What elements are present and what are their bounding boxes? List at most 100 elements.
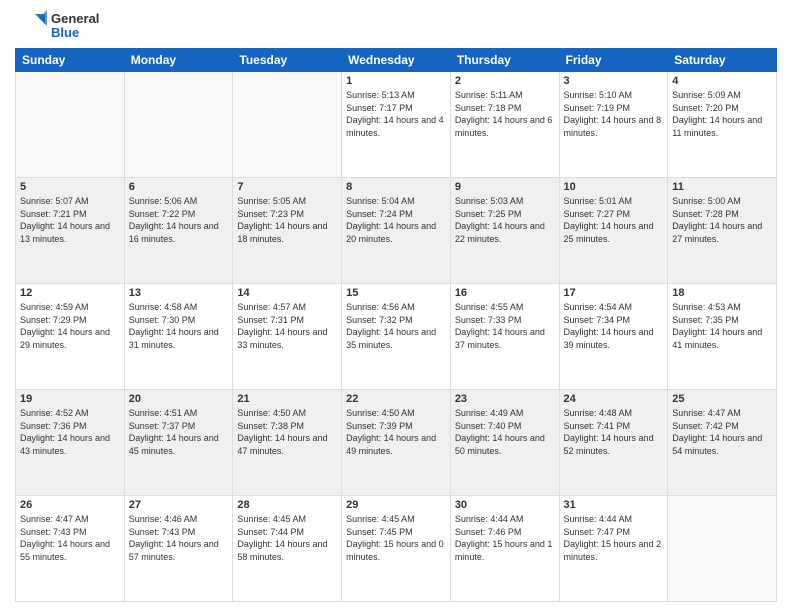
day-number: 6 <box>129 181 229 193</box>
day-number: 19 <box>20 393 120 405</box>
day-info: Sunrise: 5:00 AMSunset: 7:28 PMDaylight:… <box>672 195 772 245</box>
day-cell: 27Sunrise: 4:46 AMSunset: 7:43 PMDayligh… <box>124 496 233 602</box>
logo-graphic <box>15 10 47 42</box>
day-info: Sunrise: 4:44 AMSunset: 7:46 PMDaylight:… <box>455 513 555 563</box>
day-info: Sunrise: 4:58 AMSunset: 7:30 PMDaylight:… <box>129 301 229 351</box>
day-info: Sunrise: 4:52 AMSunset: 7:36 PMDaylight:… <box>20 407 120 457</box>
day-number: 31 <box>564 499 664 511</box>
day-cell: 21Sunrise: 4:50 AMSunset: 7:38 PMDayligh… <box>233 390 342 496</box>
day-header-friday: Friday <box>559 49 668 72</box>
day-cell: 11 Sunrise: 5:00 AMSunset: 7:28 PMDayligh… <box>668 178 777 284</box>
day-header-tuesday: Tuesday <box>233 49 342 72</box>
day-number: 11 <box>672 181 772 193</box>
day-header-thursday: Thursday <box>450 49 559 72</box>
day-number: 18 <box>672 287 772 299</box>
day-cell: 5 Sunrise: 5:07 AMSunset: 7:21 PMDaylight… <box>16 178 125 284</box>
day-cell: 25 Sunrise: 4:47 AMSunset: 7:42 PMDayligh… <box>668 390 777 496</box>
day-info: Sunrise: 4:53 AMSunset: 7:35 PMDaylight:… <box>672 301 772 351</box>
week-row-4: 19 Sunrise: 4:52 AMSunset: 7:36 PMDayligh… <box>16 390 777 496</box>
day-cell: 3Sunrise: 5:10 AMSunset: 7:19 PMDaylight… <box>559 72 668 178</box>
day-cell: 16 Sunrise: 4:55 AMSunset: 7:33 PMDayligh… <box>450 284 559 390</box>
day-info: Sunrise: 4:51 AMSunset: 7:37 PMDaylight:… <box>129 407 229 457</box>
day-number: 9 <box>455 181 555 193</box>
day-number: 20 <box>129 393 229 405</box>
day-cell: 26 Sunrise: 4:47 AMSunset: 7:43 PMDayligh… <box>16 496 125 602</box>
day-cell: 29 Sunrise: 4:45 AMSunset: 7:45 PMDayligh… <box>342 496 451 602</box>
day-cell: 14 Sunrise: 4:57 AMSunset: 7:31 PMDayligh… <box>233 284 342 390</box>
day-cell <box>124 72 233 178</box>
day-number: 2 <box>455 75 555 87</box>
day-info: Sunrise: 4:55 AMSunset: 7:33 PMDaylight:… <box>455 301 555 351</box>
day-info: Sunrise: 5:03 AMSunset: 7:25 PMDaylight:… <box>455 195 555 245</box>
day-number: 30 <box>455 499 555 511</box>
week-row-3: 12Sunrise: 4:59 AMSunset: 7:29 PMDayligh… <box>16 284 777 390</box>
day-cell: 7Sunrise: 5:05 AMSunset: 7:23 PMDaylight… <box>233 178 342 284</box>
day-cell <box>668 496 777 602</box>
day-cell: 28 Sunrise: 4:45 AMSunset: 7:44 PMDayligh… <box>233 496 342 602</box>
day-cell: 17Sunrise: 4:54 AMSunset: 7:34 PMDayligh… <box>559 284 668 390</box>
header: General Blue <box>15 10 777 42</box>
day-number: 8 <box>346 181 446 193</box>
day-cell: 30 Sunrise: 4:44 AMSunset: 7:46 PMDayligh… <box>450 496 559 602</box>
day-number: 13 <box>129 287 229 299</box>
day-cell: 6 Sunrise: 5:06 AMSunset: 7:22 PMDaylight… <box>124 178 233 284</box>
logo-general-text: General <box>51 12 99 26</box>
logo-text: General Blue <box>51 12 99 41</box>
day-cell: 2Sunrise: 5:11 AMSunset: 7:18 PMDaylight… <box>450 72 559 178</box>
day-number: 27 <box>129 499 229 511</box>
day-header-monday: Monday <box>124 49 233 72</box>
day-number: 4 <box>672 75 772 87</box>
day-number: 14 <box>237 287 337 299</box>
logo-blue-text: Blue <box>51 26 99 40</box>
day-info: Sunrise: 4:49 AMSunset: 7:40 PMDaylight:… <box>455 407 555 457</box>
day-cell <box>16 72 125 178</box>
header-row: SundayMondayTuesdayWednesdayThursdayFrid… <box>16 49 777 72</box>
day-info: Sunrise: 5:10 AMSunset: 7:19 PMDaylight:… <box>564 89 664 139</box>
day-info: Sunrise: 4:50 AMSunset: 7:39 PMDaylight:… <box>346 407 446 457</box>
day-number: 21 <box>237 393 337 405</box>
day-number: 26 <box>20 499 120 511</box>
week-row-2: 5 Sunrise: 5:07 AMSunset: 7:21 PMDaylight… <box>16 178 777 284</box>
day-cell: 15Sunrise: 4:56 AMSunset: 7:32 PMDayligh… <box>342 284 451 390</box>
day-info: Sunrise: 5:09 AMSunset: 7:20 PMDaylight:… <box>672 89 772 139</box>
day-info: Sunrise: 4:44 AMSunset: 7:47 PMDaylight:… <box>564 513 664 563</box>
day-number: 24 <box>564 393 664 405</box>
day-header-saturday: Saturday <box>668 49 777 72</box>
day-cell <box>233 72 342 178</box>
day-cell: 8 Sunrise: 5:04 AMSunset: 7:24 PMDaylight… <box>342 178 451 284</box>
day-number: 25 <box>672 393 772 405</box>
day-number: 15 <box>346 287 446 299</box>
day-info: Sunrise: 5:07 AMSunset: 7:21 PMDaylight:… <box>20 195 120 245</box>
day-number: 28 <box>237 499 337 511</box>
calendar-table: SundayMondayTuesdayWednesdayThursdayFrid… <box>15 48 777 602</box>
week-row-5: 26 Sunrise: 4:47 AMSunset: 7:43 PMDayligh… <box>16 496 777 602</box>
day-info: Sunrise: 4:57 AMSunset: 7:31 PMDaylight:… <box>237 301 337 351</box>
day-info: Sunrise: 4:54 AMSunset: 7:34 PMDaylight:… <box>564 301 664 351</box>
day-number: 16 <box>455 287 555 299</box>
day-info: Sunrise: 5:04 AMSunset: 7:24 PMDaylight:… <box>346 195 446 245</box>
day-cell: 24Sunrise: 4:48 AMSunset: 7:41 PMDayligh… <box>559 390 668 496</box>
day-cell: 1 Sunrise: 5:13 AMSunset: 7:17 PMDaylight… <box>342 72 451 178</box>
day-cell: 13 Sunrise: 4:58 AMSunset: 7:30 PMDayligh… <box>124 284 233 390</box>
day-cell: 22 Sunrise: 4:50 AMSunset: 7:39 PMDayligh… <box>342 390 451 496</box>
day-header-sunday: Sunday <box>16 49 125 72</box>
day-info: Sunrise: 4:59 AMSunset: 7:29 PMDaylight:… <box>20 301 120 351</box>
day-cell: 9 Sunrise: 5:03 AMSunset: 7:25 PMDaylight… <box>450 178 559 284</box>
day-number: 5 <box>20 181 120 193</box>
day-number: 1 <box>346 75 446 87</box>
day-number: 23 <box>455 393 555 405</box>
day-info: Sunrise: 5:06 AMSunset: 7:22 PMDaylight:… <box>129 195 229 245</box>
day-info: Sunrise: 4:47 AMSunset: 7:43 PMDaylight:… <box>20 513 120 563</box>
day-number: 29 <box>346 499 446 511</box>
day-info: Sunrise: 4:45 AMSunset: 7:45 PMDaylight:… <box>346 513 446 563</box>
logo: General Blue <box>15 10 99 42</box>
day-number: 10 <box>564 181 664 193</box>
day-info: Sunrise: 4:45 AMSunset: 7:44 PMDaylight:… <box>237 513 337 563</box>
day-info: Sunrise: 5:13 AMSunset: 7:17 PMDaylight:… <box>346 89 446 139</box>
day-info: Sunrise: 4:47 AMSunset: 7:42 PMDaylight:… <box>672 407 772 457</box>
day-cell: 23 Sunrise: 4:49 AMSunset: 7:40 PMDayligh… <box>450 390 559 496</box>
day-cell: 10Sunrise: 5:01 AMSunset: 7:27 PMDayligh… <box>559 178 668 284</box>
day-cell: 19 Sunrise: 4:52 AMSunset: 7:36 PMDayligh… <box>16 390 125 496</box>
day-number: 22 <box>346 393 446 405</box>
day-info: Sunrise: 5:05 AMSunset: 7:23 PMDaylight:… <box>237 195 337 245</box>
